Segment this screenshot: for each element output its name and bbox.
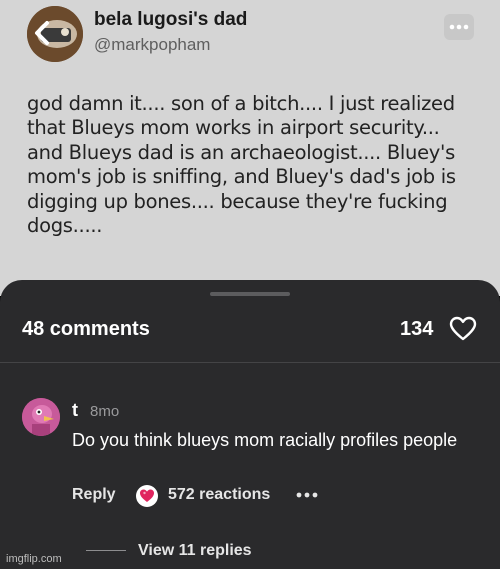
likes-count: 134 — [400, 318, 434, 340]
replies-divider — [86, 550, 126, 551]
view-replies-button[interactable]: View 11 replies — [138, 542, 252, 560]
reply-button[interactable]: Reply — [72, 486, 116, 504]
heart-reaction-icon[interactable] — [136, 485, 158, 507]
chevron-left-icon[interactable] — [29, 18, 55, 48]
watermark: imgflip.com — [6, 553, 62, 565]
more-horizontal-icon[interactable] — [444, 14, 474, 40]
reactions-count[interactable]: 572 reactions — [168, 486, 270, 504]
display-name[interactable]: bela lugosi's dad — [94, 9, 247, 31]
comment-author[interactable]: t — [72, 400, 78, 421]
divider — [0, 362, 500, 363]
tweet-text: god damn it.... son of a bitch.... I jus… — [27, 92, 456, 238]
comments-sheet: 48 comments 134 t 8mo Do you think bluey… — [0, 280, 500, 569]
tweet-card: bela lugosi's dad @markpopham god damn i… — [0, 0, 500, 296]
heart-outline-icon[interactable] — [449, 316, 477, 342]
commenter-avatar[interactable] — [22, 398, 60, 436]
user-handle[interactable]: @markpopham — [94, 35, 210, 55]
more-horizontal-icon[interactable] — [294, 488, 320, 502]
comments-count: 48 comments — [22, 318, 150, 340]
comment-text: Do you think blueys mom racially profile… — [72, 430, 458, 450]
comment-timestamp: 8mo — [90, 403, 120, 420]
sheet-drag-handle[interactable] — [210, 292, 290, 296]
